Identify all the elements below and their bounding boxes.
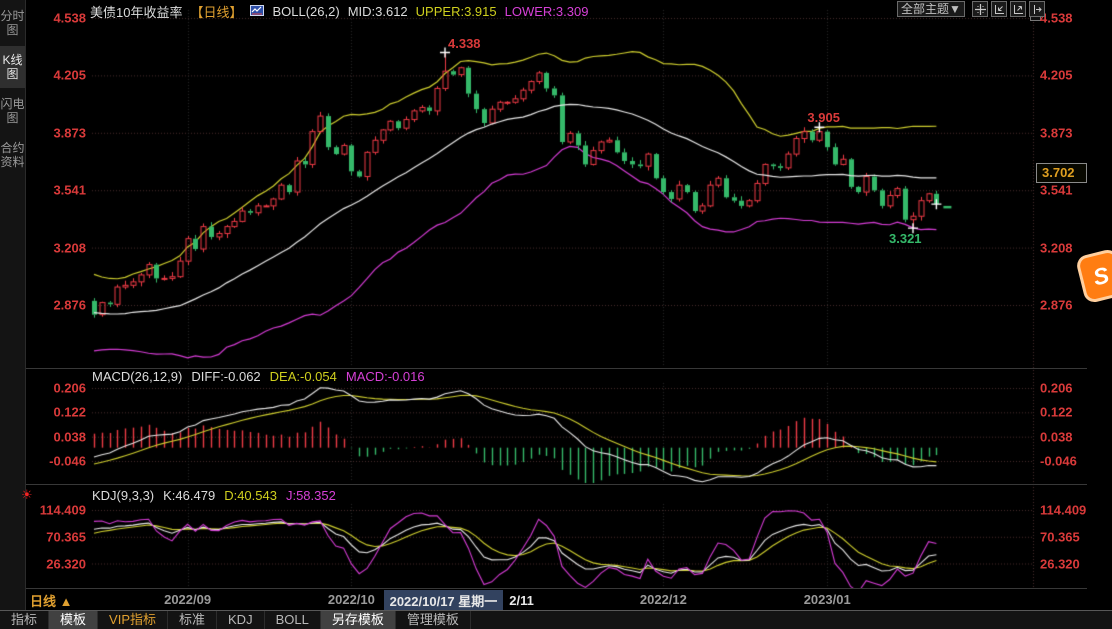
tab-indicator[interactable]: 指标 — [0, 611, 50, 629]
macd-dea-value: DEA:-0.054 — [269, 369, 337, 384]
sidebar-item-time-chart[interactable]: 分时图 — [0, 2, 25, 44]
tab-kdj[interactable]: KDJ — [217, 611, 265, 629]
selected-date-box: 2022/10/17 星期一 2/11 — [383, 590, 534, 611]
sidebar-item-flash-chart[interactable]: 闪电图 — [0, 90, 25, 132]
tab-template[interactable]: 模板 — [49, 611, 99, 629]
signal-sun-icon: ☀ — [21, 487, 33, 502]
selected-date-label: 2022/10/17 星期一 — [383, 590, 504, 611]
tab-standard[interactable]: 标准 — [168, 611, 218, 629]
indicator-icon — [250, 4, 265, 19]
theme-dropdown-button[interactable]: 全部主题▼ — [897, 1, 965, 17]
boll-upper-value: UPPER:3.915 — [415, 4, 497, 19]
kdj-header: KDJ(9,3,3) K:46.479 D:40.543 J:58.352 — [92, 488, 336, 503]
kdj-d-value: D:40.543 — [224, 488, 277, 503]
tab-save-template[interactable]: 另存模板 — [320, 611, 396, 629]
boll-lower-value: LOWER:3.309 — [504, 4, 589, 19]
template-tab-bar: 指标 模板 VIP指标 标准 KDJ BOLL 另存模板 管理模板 — [0, 610, 1112, 629]
pan-right-icon[interactable] — [1029, 1, 1045, 17]
period-selector[interactable]: 日线 ▲ — [30, 591, 72, 610]
period-tag: 【日线】 — [190, 5, 243, 20]
crosshair-icon[interactable] — [972, 1, 988, 17]
macd-name: MACD(26,12,9) — [92, 369, 183, 384]
tab-boll[interactable]: BOLL — [265, 611, 321, 629]
sidebar-item-kline-chart[interactable]: K线图 — [0, 46, 25, 88]
zoom-in-icon[interactable] — [1010, 1, 1026, 17]
trading-app-window: 分时图 K线图 闪电图 合约资料 美债10年收益率 【日线】 BOLL(26,2) M… — [0, 0, 1112, 629]
last-price-box: 3.702 — [1036, 163, 1087, 183]
page-indicator: 2/11 — [509, 593, 534, 608]
x-axis-row: 日线 ▲ — [0, 589, 1112, 610]
pane-separator — [25, 484, 1087, 485]
boll-mid-value: MID:3.612 — [347, 4, 408, 19]
boll-label: BOLL(26,2) — [272, 4, 340, 19]
macd-header: MACD(26,12,9) DIFF:-0.062 DEA:-0.054 MAC… — [92, 369, 425, 384]
kdj-name: KDJ(9,3,3) — [92, 488, 155, 503]
kdj-j-value: J:58.352 — [285, 488, 336, 503]
chart-toolbar — [972, 1, 1045, 17]
macd-bar-value: MACD:-0.016 — [345, 369, 425, 384]
macd-diff-value: DIFF:-0.062 — [191, 369, 261, 384]
kdj-k-value: K:46.479 — [163, 488, 216, 503]
left-sidebar: 分时图 K线图 闪电图 合约资料 — [0, 0, 26, 610]
tab-manage-template[interactable]: 管理模板 — [396, 611, 471, 629]
zoom-out-icon[interactable] — [991, 1, 1007, 17]
sidebar-item-contract-info[interactable]: 合约资料 — [0, 134, 25, 176]
instrument-title: 美债10年收益率 — [90, 5, 183, 20]
tab-vip-indicator[interactable]: VIP指标 — [98, 611, 168, 629]
chart-header: 美债10年收益率 【日线】 BOLL(26,2) MID:3.612 UPPER… — [90, 2, 588, 21]
kline-chart-canvas[interactable] — [0, 0, 1112, 628]
